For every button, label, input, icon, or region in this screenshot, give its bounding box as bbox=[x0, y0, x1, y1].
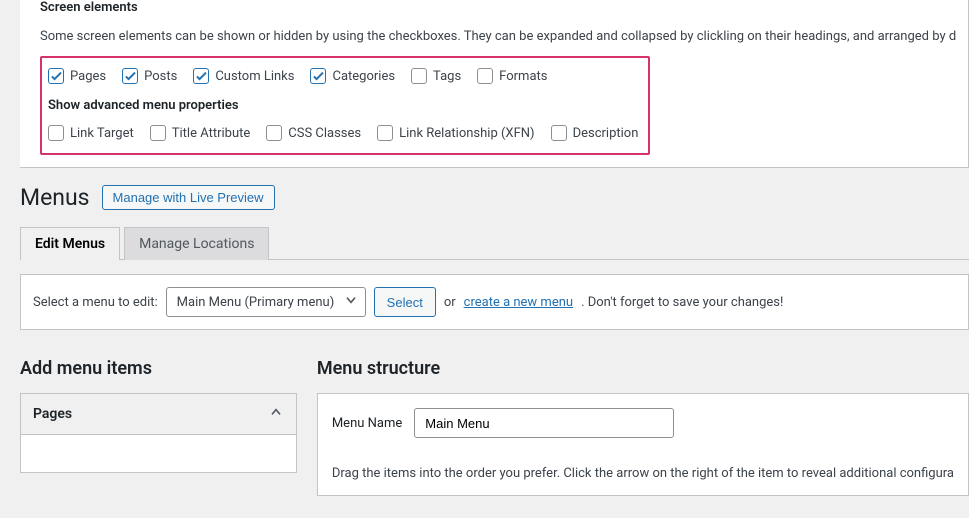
menu-select-value: Main Menu (Primary menu) bbox=[177, 295, 335, 310]
advanced-heading: Show advanced menu properties bbox=[48, 98, 638, 113]
checkbox-tags[interactable]: Tags bbox=[411, 68, 461, 84]
select-button[interactable]: Select bbox=[374, 287, 436, 317]
select-prompt: Select a menu to edit: bbox=[33, 295, 158, 310]
menu-select[interactable]: Main Menu (Primary menu) bbox=[166, 287, 366, 317]
checkbox-label: Formats bbox=[499, 69, 547, 84]
checkbox-formats[interactable]: Formats bbox=[477, 68, 547, 84]
structure-heading: Menu structure bbox=[317, 358, 969, 379]
menu-structure-box: Menu Name Drag the items into the order … bbox=[317, 393, 969, 496]
accordion-pages: Pages bbox=[20, 393, 297, 473]
checkbox-label: Custom Links bbox=[215, 69, 294, 84]
save-reminder: . Don't forget to save your changes! bbox=[581, 295, 783, 310]
advanced-row: Link Target Title Attribute CSS Classes … bbox=[48, 125, 638, 141]
columns: Add menu items Pages Menu structure Menu… bbox=[20, 358, 969, 496]
checkbox-label: Posts bbox=[144, 69, 177, 84]
check-icon bbox=[124, 70, 137, 83]
screen-options-panel: Screen elements Some screen elements can… bbox=[20, 0, 969, 168]
checkbox-categories[interactable]: Categories bbox=[310, 68, 395, 84]
checkbox-description[interactable]: Description bbox=[551, 125, 639, 141]
checkbox-label: Tags bbox=[433, 69, 461, 84]
page-title-row: Menus Manage with Live Preview bbox=[20, 184, 969, 211]
checkbox-pages[interactable]: Pages bbox=[48, 68, 106, 84]
checkbox-posts[interactable]: Posts bbox=[122, 68, 177, 84]
live-preview-button[interactable]: Manage with Live Preview bbox=[102, 185, 275, 210]
checkbox-label: Link Target bbox=[70, 126, 134, 141]
checkbox-css-classes[interactable]: CSS Classes bbox=[266, 125, 361, 141]
create-menu-link[interactable]: create a new menu bbox=[464, 295, 573, 310]
accordion-pages-header[interactable]: Pages bbox=[21, 394, 296, 435]
content: Menus Manage with Live Preview Edit Menu… bbox=[20, 184, 969, 496]
menu-edit-bar: Select a menu to edit: Main Menu (Primar… bbox=[20, 274, 969, 330]
col-add-items: Add menu items Pages bbox=[20, 358, 297, 473]
screen-options-highlight: Pages Posts Custom Links Categories Tags… bbox=[40, 56, 650, 155]
accordion-pages-body bbox=[21, 435, 296, 472]
checkbox-xfn[interactable]: Link Relationship (XFN) bbox=[377, 125, 534, 141]
boxes-row: Pages Posts Custom Links Categories Tags… bbox=[48, 68, 638, 84]
screen-elements-heading: Screen elements bbox=[40, 0, 948, 15]
menu-name-row: Menu Name bbox=[332, 408, 954, 438]
check-icon bbox=[50, 70, 63, 83]
checkbox-label: Pages bbox=[70, 69, 106, 84]
structure-hint: Drag the items into the order you prefer… bbox=[332, 466, 954, 481]
page-title: Menus bbox=[20, 184, 90, 211]
add-items-heading: Add menu items bbox=[20, 358, 297, 379]
caret-up-icon bbox=[268, 404, 284, 424]
chevron-down-icon bbox=[343, 292, 359, 312]
accordion-pages-label: Pages bbox=[33, 406, 72, 422]
checkbox-label: Link Relationship (XFN) bbox=[399, 126, 534, 141]
screen-elements-desc: Some screen elements can be shown or hid… bbox=[40, 29, 948, 44]
checkbox-label: Title Attribute bbox=[172, 126, 251, 141]
checkbox-link-target[interactable]: Link Target bbox=[48, 125, 134, 141]
or-text: or bbox=[444, 295, 456, 310]
col-structure: Menu structure Menu Name Drag the items … bbox=[317, 358, 969, 496]
check-icon bbox=[195, 70, 208, 83]
checkbox-label: Categories bbox=[332, 69, 395, 84]
tab-manage-locations[interactable]: Manage Locations bbox=[124, 227, 269, 260]
nav-tabs: Edit Menus Manage Locations bbox=[20, 227, 969, 260]
check-icon bbox=[312, 70, 325, 83]
checkbox-label: Description bbox=[573, 126, 639, 141]
tab-edit-menus[interactable]: Edit Menus bbox=[20, 227, 120, 260]
checkbox-custom-links[interactable]: Custom Links bbox=[193, 68, 294, 84]
menu-name-label: Menu Name bbox=[332, 416, 402, 431]
checkbox-title-attribute[interactable]: Title Attribute bbox=[150, 125, 251, 141]
menu-name-input[interactable] bbox=[414, 408, 674, 438]
checkbox-label: CSS Classes bbox=[288, 126, 361, 141]
